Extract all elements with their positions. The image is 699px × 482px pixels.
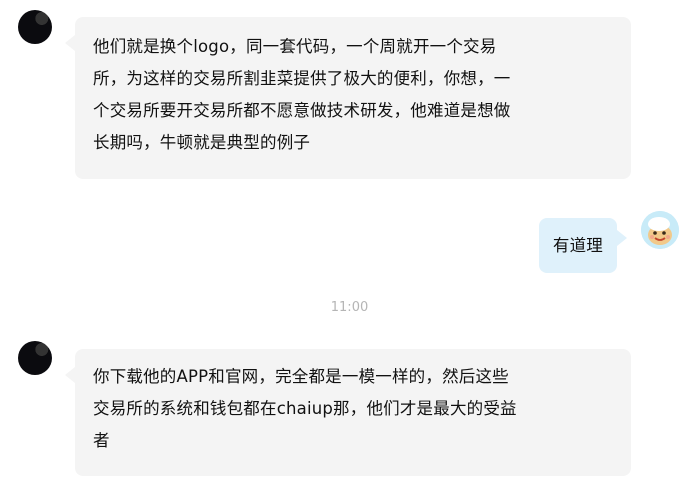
message-bubble-right[interactable]: 有道理 (538, 218, 628, 273)
message-line: 交易所的系统和钱包都在chaiup那，他们才是最大的受益 (93, 399, 517, 418)
message-bubble-left[interactable]: 他们就是换个logo，同一套代码，一个周就开一个交易 所，为这样的交易所割韭菜提… (65, 17, 631, 179)
message-timestamp: 11:00 (330, 300, 369, 315)
message-line: 长期吗，牛顿就是典型的例子 (93, 133, 311, 152)
message-line: 个交易所要开交易所都不愿意做技术研发，他难道是想做 (93, 101, 511, 120)
message-bubble-left[interactable]: 你下载他的APP和官网，完全都是一模一样的，然后这些 交易所的系统和钱包都在ch… (65, 349, 631, 476)
message-line: 他们就是换个logo，同一套代码，一个周就开一个交易 (93, 37, 497, 56)
message-line: 你下载他的APP和官网，完全都是一模一样的，然后这些 (93, 367, 509, 386)
message-line: 者 (93, 431, 110, 450)
message-line: 所，为这样的交易所割韭菜提供了极大的便利，你想，一 (93, 69, 511, 88)
user-avatar[interactable] (641, 211, 679, 249)
contact-avatar[interactable] (18, 341, 52, 375)
message-text: 有道理 (552, 236, 603, 255)
avatar-illustration-icon (641, 211, 679, 249)
contact-avatar[interactable] (18, 10, 52, 44)
